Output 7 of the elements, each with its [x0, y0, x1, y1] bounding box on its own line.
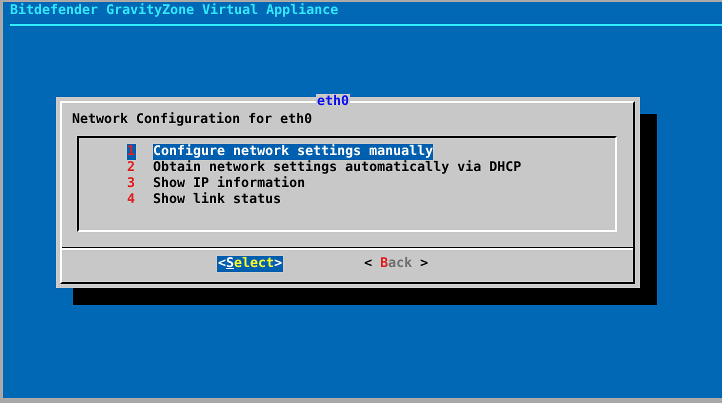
menu-item[interactable]: 3 Show IP information: [79, 176, 615, 192]
dialog-prompt: Network Configuration for eth0: [71, 112, 314, 128]
menu-item[interactable]: 2 Obtain network settings automatically via DHCP: [79, 160, 615, 176]
app-title: Bitdefender GravityZone Virtual Appliance: [10, 3, 338, 18]
select-button[interactable]: <Select>: [217, 256, 284, 272]
back-button[interactable]: < Back >: [363, 256, 430, 272]
menu-item[interactable]: 4 Show link status: [79, 192, 615, 208]
